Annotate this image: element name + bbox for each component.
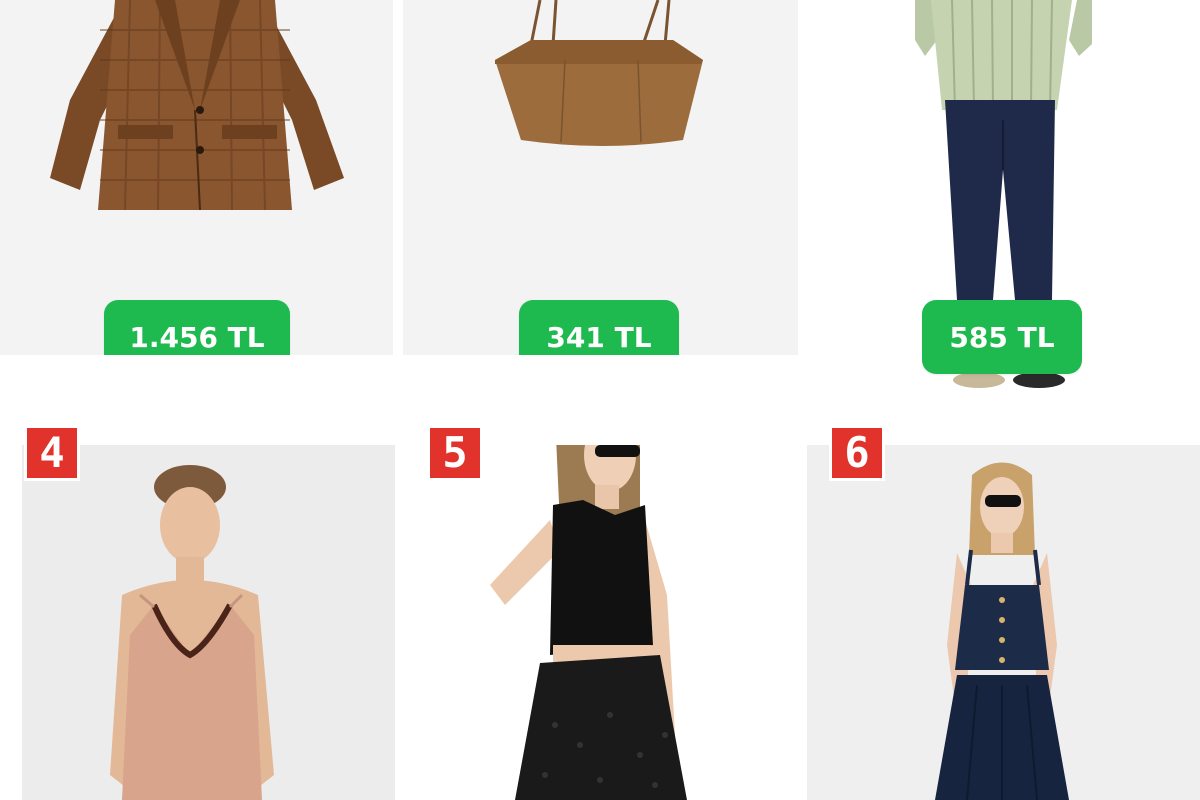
rank-badge-6: 6 <box>829 425 885 481</box>
product-card-3[interactable]: 585 TL <box>807 0 1200 400</box>
price-badge: 341 TL <box>519 300 679 355</box>
product-card-4[interactable] <box>22 445 395 800</box>
black-outfit-photo <box>490 445 687 800</box>
product-card-6[interactable] <box>807 445 1200 800</box>
rank-badge-5: 5 <box>427 425 483 481</box>
product-card-1[interactable]: 1.456 TL <box>0 0 393 355</box>
price-badge: 585 TL <box>922 300 1082 374</box>
camisole-photo <box>110 465 274 800</box>
rank-badge-4: 4 <box>24 425 80 481</box>
product-card-2[interactable]: 341 TL <box>403 0 798 355</box>
price-badge: 1.456 TL <box>104 300 290 355</box>
product-card-5[interactable] <box>405 445 798 800</box>
denim-outfit-photo <box>935 462 1069 800</box>
